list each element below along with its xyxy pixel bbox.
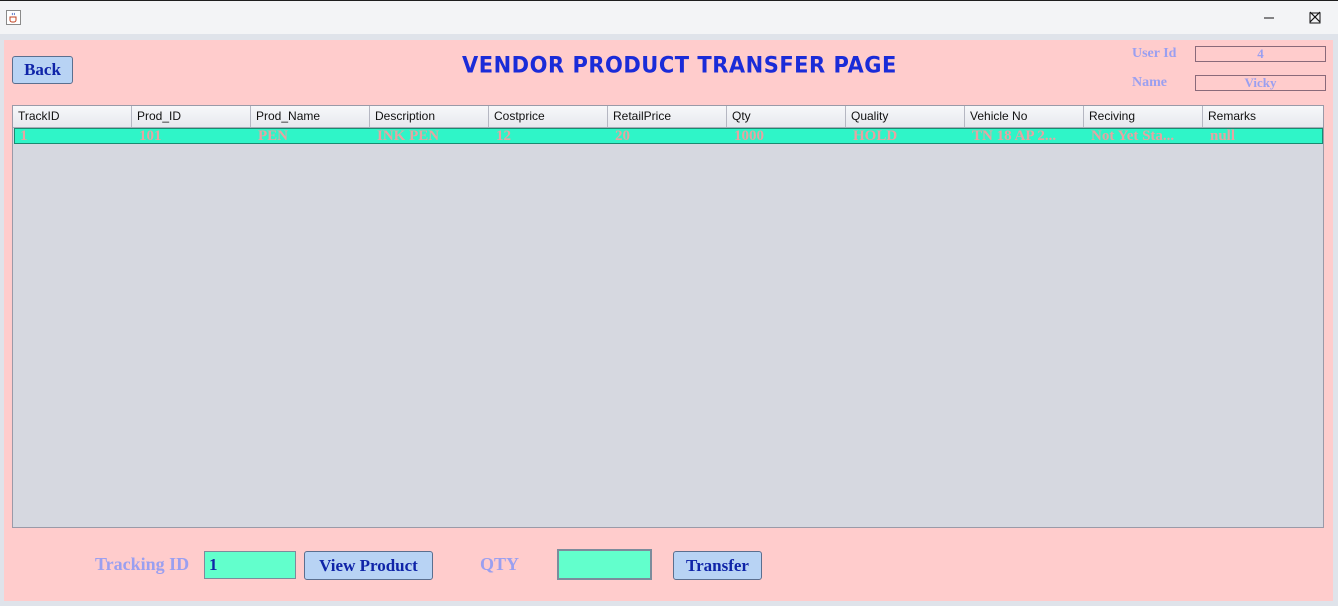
column-header-vehicle-no[interactable]: Vehicle No — [965, 106, 1084, 127]
table-cell[interactable]: PEN — [253, 129, 372, 143]
table-cell[interactable]: HOLD — [848, 129, 967, 143]
column-header-costprice[interactable]: Costprice — [489, 106, 608, 127]
view-product-button[interactable]: View Product — [304, 551, 433, 580]
column-header-prod-id[interactable]: Prod_ID — [132, 106, 251, 127]
column-header-qty[interactable]: Qty — [727, 106, 846, 127]
column-header-reciving[interactable]: Reciving — [1084, 106, 1203, 127]
table-cell[interactable]: 101 — [134, 129, 253, 143]
table-cell[interactable]: TN 18 AP 2... — [967, 129, 1086, 143]
name-label: Name — [1132, 75, 1167, 90]
column-header-remarks[interactable]: Remarks — [1203, 106, 1323, 127]
column-header-quality[interactable]: Quality — [846, 106, 965, 127]
name-field: Vicky — [1195, 75, 1326, 91]
user-id-field: 4 — [1195, 46, 1326, 62]
qty-input[interactable] — [557, 549, 652, 580]
close-button[interactable] — [1292, 0, 1338, 34]
user-id-label: User Id — [1132, 46, 1177, 61]
java-coffee-icon[interactable] — [6, 10, 21, 25]
minimize-button[interactable] — [1246, 1, 1292, 35]
vendor-transfer-panel: Back VENDOR PRODUCT TRANSFER PAGE User I… — [4, 40, 1333, 601]
table-cell[interactable]: null — [1205, 129, 1322, 143]
tracking-id-label: Tracking ID — [95, 554, 190, 574]
table-cell[interactable]: 1 — [15, 129, 134, 143]
table-cell[interactable]: INK PEN — [372, 129, 491, 143]
column-header-description[interactable]: Description — [370, 106, 489, 127]
tracking-id-input[interactable]: 1 — [204, 551, 296, 579]
column-header-retailprice[interactable]: RetailPrice — [608, 106, 727, 127]
table-row[interactable]: 1 101 PEN INK PEN 12 20 1000 HOLD TN 18 … — [14, 128, 1323, 144]
table-cell[interactable]: Not Yet Sta... — [1086, 129, 1205, 143]
window-titlebar — [0, 0, 1338, 34]
table-header: TrackID Prod_ID Prod_Name Description Co… — [13, 106, 1323, 128]
transfer-button[interactable]: Transfer — [673, 551, 762, 580]
minimize-icon — [1264, 17, 1274, 19]
table-cell[interactable]: 1000 — [729, 129, 848, 143]
back-button[interactable]: Back — [12, 56, 73, 84]
column-header-prod-name[interactable]: Prod_Name — [251, 106, 370, 127]
column-header-trackid[interactable]: TrackID — [13, 106, 132, 127]
qty-label: QTY — [480, 554, 520, 574]
close-icon — [1309, 11, 1321, 23]
table-cell[interactable]: 20 — [610, 129, 729, 143]
product-table[interactable]: TrackID Prod_ID Prod_Name Description Co… — [12, 105, 1324, 528]
page-title: VENDOR PRODUCT TRANSFER PAGE — [462, 52, 897, 78]
table-cell[interactable]: 12 — [491, 129, 610, 143]
